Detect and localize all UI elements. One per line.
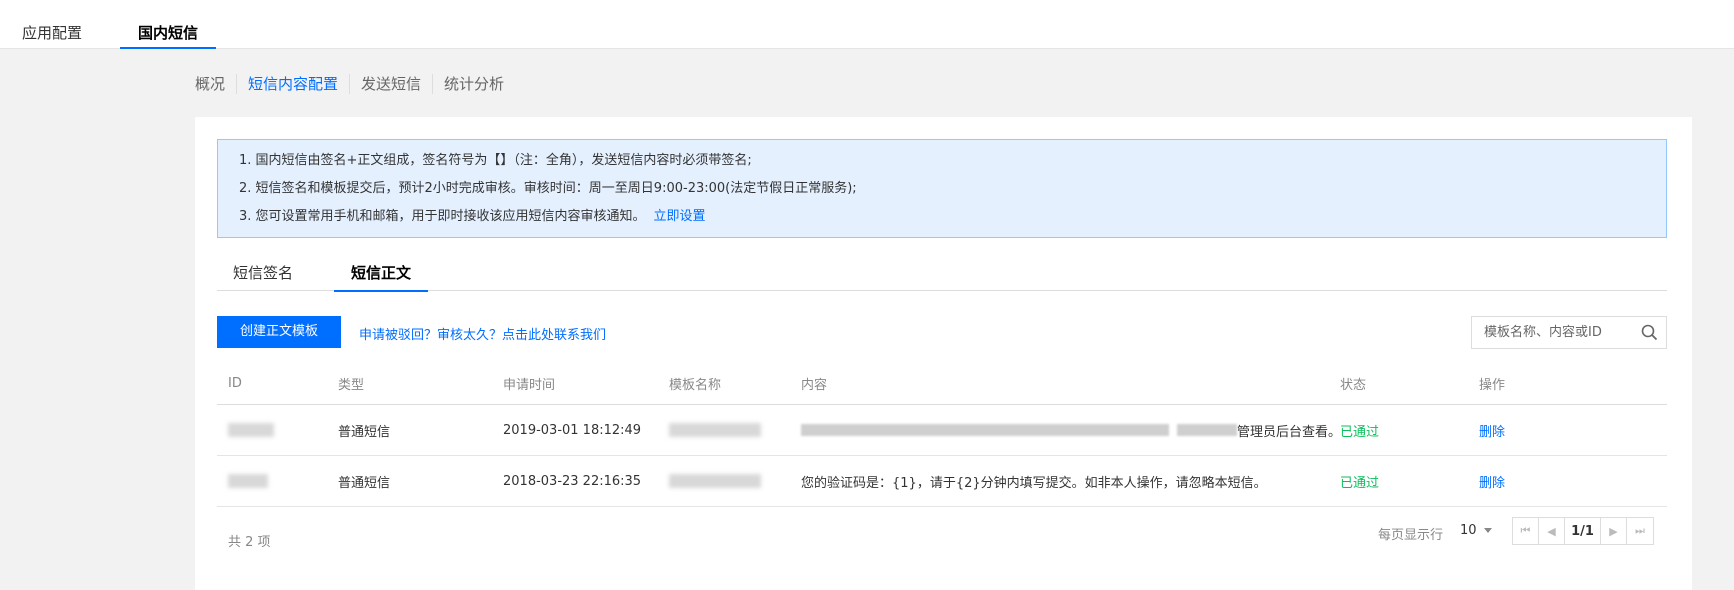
redacted-block [228, 423, 274, 437]
redacted-block [228, 474, 268, 488]
cell-content: 管理员后台查看。 [801, 405, 1341, 455]
table-header: ID 类型 申请时间 模板名称 内容 状态 操作 [217, 363, 1667, 405]
pagination: ⏮ ◀ 1/1 ▶ ⏭ [1512, 517, 1654, 545]
page-indicator: 1/1 [1565, 518, 1601, 544]
search-input[interactable]: 模板名称、内容或ID [1471, 316, 1667, 349]
last-page-icon[interactable]: ⏭ [1627, 518, 1653, 544]
redacted-block [801, 424, 1169, 436]
notice-line-2: 2. 短信签名和模板提交后，预计2小时完成审核。审核时间：周一至周日9:00-2… [239, 181, 857, 196]
search-icon[interactable] [1641, 324, 1658, 341]
cell-content: 您的验证码是：{1}，请于{2}分钟内填写提交。如非本人操作，请忽略本短信。 [801, 475, 1267, 491]
content-panel: 1. 国内短信由签名+正文组成，签名符号为【】（注：全角），发送短信内容时必须带… [195, 117, 1692, 590]
notice-line-3-text: 3. 您可设置常用手机和邮箱，用于即时接收该应用短信内容审核通知。 [239, 209, 646, 224]
cell-id-redacted [228, 456, 268, 506]
tab-domestic-sms[interactable]: 国内短信 [120, 0, 216, 49]
delete-link[interactable]: 删除 [1479, 405, 1505, 455]
tab-sms-body[interactable]: 短信正文 [334, 262, 428, 292]
next-page-icon[interactable]: ▶ [1601, 518, 1627, 544]
subnav-sms-content[interactable]: 短信内容配置 [236, 74, 349, 94]
tab-sms-signature[interactable]: 短信签名 [233, 262, 293, 291]
cell-type: 普通短信 [338, 424, 391, 440]
tab-app-config[interactable]: 应用配置 [22, 0, 82, 49]
redacted-block [1177, 424, 1237, 436]
header-op: 操作 [1479, 378, 1506, 393]
prev-page-icon[interactable]: ◀ [1539, 518, 1565, 544]
subnav-overview[interactable]: 概况 [195, 74, 236, 94]
redacted-block [669, 474, 761, 488]
search-placeholder: 模板名称、内容或ID [1484, 325, 1602, 340]
cell-time: 2018-03-23 22:16:35 [503, 473, 642, 489]
table-row: 普通短信 2018-03-23 22:16:35 您的验证码是：{1}，请于{2… [217, 456, 1667, 507]
header-id: ID [228, 376, 242, 391]
header-type: 类型 [338, 378, 365, 393]
top-tab-bar: 应用配置 国内短信 [0, 0, 1734, 49]
redacted-block [669, 423, 761, 437]
notice-line-1: 1. 国内短信由签名+正文组成，签名符号为【】（注：全角），发送短信内容时必须带… [239, 153, 752, 168]
sub-nav: 概况 短信内容配置 发送短信 统计分析 [195, 72, 515, 96]
first-page-icon[interactable]: ⏮ [1513, 518, 1539, 544]
page-size-select[interactable]: 10 [1460, 523, 1492, 538]
cell-id-redacted [228, 405, 274, 455]
create-template-button[interactable]: 创建正文模板 [217, 316, 341, 348]
caret-down-icon [1483, 528, 1492, 533]
table-row: 普通短信 2019-03-01 18:12:49 管理员后台查看。 已通过 删除 [217, 405, 1667, 456]
inner-tab-bar: 短信签名 短信正文 [217, 262, 1667, 292]
subnav-send-sms[interactable]: 发送短信 [349, 74, 432, 94]
content-tail: 管理员后台查看。 [1237, 424, 1342, 440]
notice-box: 1. 国内短信由签名+正文组成，签名符号为【】（注：全角），发送短信内容时必须带… [217, 139, 1667, 238]
delete-link[interactable]: 删除 [1479, 456, 1505, 506]
subnav-statistics[interactable]: 统计分析 [432, 74, 515, 94]
cell-name-redacted [669, 405, 761, 455]
header-time: 申请时间 [503, 378, 556, 393]
header-status: 状态 [1340, 378, 1367, 393]
page-size-value: 10 [1460, 523, 1477, 538]
cell-name-redacted [669, 456, 761, 506]
total-count: 共 2 项 [228, 535, 271, 550]
notice-line-3: 3. 您可设置常用手机和邮箱，用于即时接收该应用短信内容审核通知。 立即设置 [239, 207, 1666, 235]
status-badge: 已通过 [1340, 424, 1380, 440]
setup-now-link[interactable]: 立即设置 [654, 209, 706, 224]
header-content: 内容 [801, 378, 828, 393]
rows-per-page-label: 每页显示行 [1378, 528, 1444, 543]
header-name: 模板名称 [669, 378, 722, 393]
cell-time: 2019-03-01 18:12:49 [503, 422, 642, 438]
status-badge: 已通过 [1340, 475, 1380, 491]
contact-us-link[interactable]: 申请被驳回？审核太久？点击此处联系我们 [359, 324, 606, 343]
cell-type: 普通短信 [338, 475, 391, 491]
template-table: ID 类型 申请时间 模板名称 内容 状态 操作 普通短信 2019-03-01… [217, 363, 1667, 507]
